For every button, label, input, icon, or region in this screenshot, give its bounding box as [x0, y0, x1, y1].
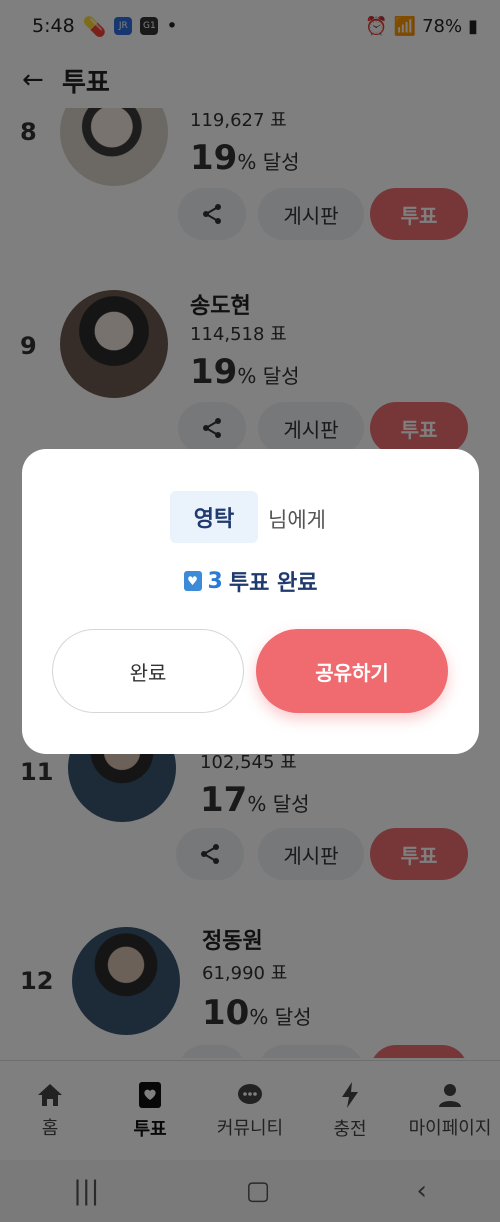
vote-complete-dialog: 영탁 님에게 ♥ 3 투표 완료 완료 공유하기 [22, 449, 479, 754]
recipient-suffix: 님에게 [268, 508, 326, 532]
vote-complete-message: ♥ 3 투표 완료 [22, 565, 479, 597]
recipient-name: 영탁 [170, 491, 258, 543]
vote-count-number: 3 [207, 568, 223, 594]
complete-button[interactable]: 완료 [52, 629, 244, 713]
heart-card-icon: ♥ [183, 571, 202, 591]
share-button-primary[interactable]: 공유하기 [256, 629, 448, 713]
vote-complete-text: 투표 완료 [228, 571, 318, 596]
